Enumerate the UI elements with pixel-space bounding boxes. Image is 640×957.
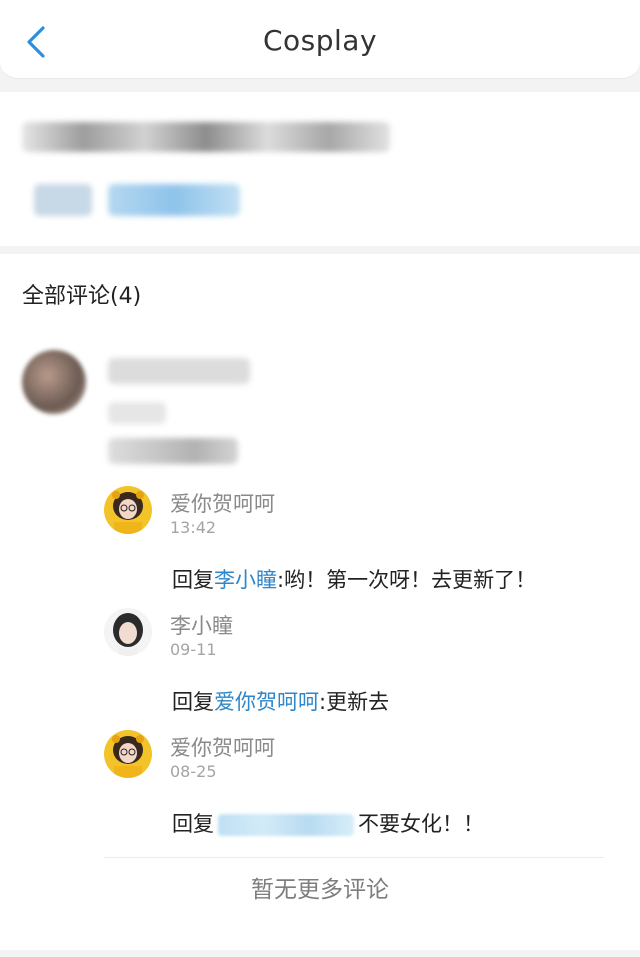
comments-section: 全部评论(4) 爱你贺呵呵 13:42 回复李小瞳:哟！第一次呀！去更新了！ 李… bbox=[0, 254, 640, 950]
blurred-comment-text bbox=[108, 438, 238, 464]
avatar[interactable] bbox=[104, 730, 152, 778]
reply-prefix: 回复 bbox=[172, 568, 214, 592]
avatar[interactable] bbox=[104, 486, 152, 534]
post-content-blurred bbox=[0, 92, 640, 246]
blurred-post-link bbox=[108, 184, 240, 216]
reply-time: 08-25 bbox=[170, 762, 217, 781]
reply-body: :哟！第一次呀！去更新了！ bbox=[277, 568, 537, 592]
reply-text: 回复李小瞳:哟！第一次呀！去更新了！ bbox=[172, 564, 536, 594]
comments-count-title: 全部评论(4) bbox=[22, 284, 142, 309]
comment-author-avatar-blurred[interactable] bbox=[22, 350, 86, 414]
top-nav-bar: Cosplay bbox=[0, 0, 640, 79]
user-avatar-icon bbox=[104, 730, 152, 778]
blurred-comment-time bbox=[108, 402, 166, 424]
mention-link[interactable]: 爱你贺呵呵 bbox=[214, 690, 319, 714]
no-more-comments: 暂无更多评论 bbox=[251, 877, 389, 903]
reply-time: 09-11 bbox=[170, 640, 217, 659]
avatar[interactable] bbox=[104, 608, 152, 656]
reply-author-name[interactable]: 李小瞳 bbox=[170, 610, 233, 640]
reply-time: 13:42 bbox=[170, 518, 217, 537]
blurred-mention bbox=[218, 814, 354, 836]
blurred-comment-author bbox=[108, 358, 250, 384]
user-avatar-icon bbox=[104, 608, 152, 656]
reply-text: 回复 不要女化！！ bbox=[172, 808, 484, 838]
blurred-post-text bbox=[22, 122, 390, 152]
blurred-post-tag bbox=[34, 184, 92, 216]
divider bbox=[104, 857, 604, 858]
reply-author-name[interactable]: 爱你贺呵呵 bbox=[170, 488, 275, 518]
reply-prefix: 回复 bbox=[172, 812, 214, 836]
user-avatar-icon bbox=[104, 486, 152, 534]
page-title: Cosplay bbox=[262, 24, 378, 57]
mention-link[interactable]: 李小瞳 bbox=[214, 568, 277, 592]
reply-prefix: 回复 bbox=[172, 690, 214, 714]
reply-text: 回复爱你贺呵呵:更新去 bbox=[172, 686, 389, 716]
reply-author-name[interactable]: 爱你贺呵呵 bbox=[170, 732, 275, 762]
reply-body: 不要女化！！ bbox=[358, 812, 484, 836]
reply-body: :更新去 bbox=[319, 690, 390, 714]
